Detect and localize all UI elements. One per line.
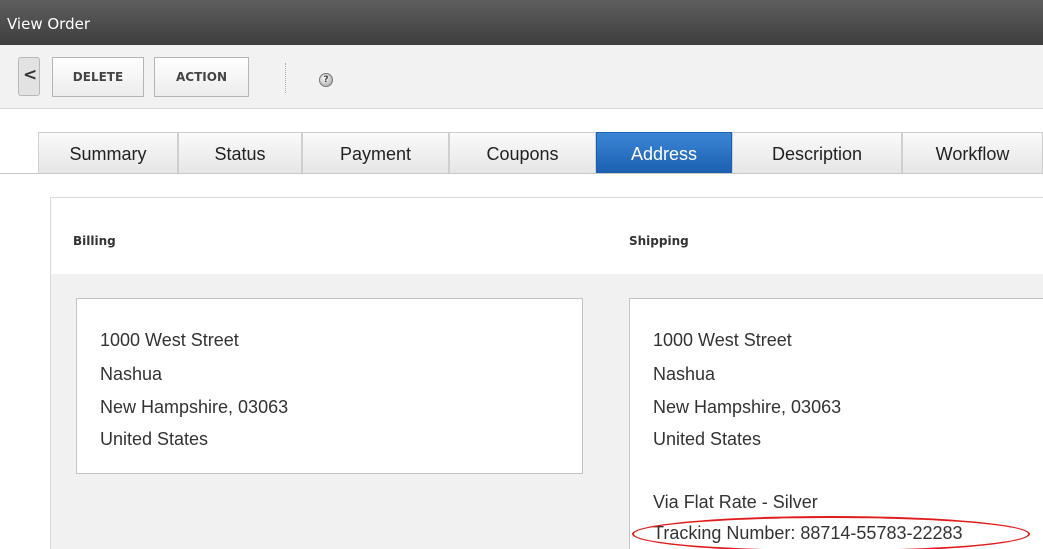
help-icon[interactable]: ?: [319, 73, 333, 87]
action-button[interactable]: ACTION: [154, 57, 249, 97]
chevron-left-icon: <: [23, 65, 38, 85]
shipping-method: Via Flat Rate - Silver: [653, 492, 818, 512]
billing-city: Nashua: [100, 364, 163, 384]
tab-address[interactable]: Address: [596, 132, 732, 173]
shipping-street: 1000 West Street: [653, 330, 792, 350]
shipping-state-zip: New Hampshire, 03063: [653, 397, 842, 417]
tab-payment[interactable]: Payment: [302, 132, 449, 173]
shipping-country: United States: [653, 429, 762, 449]
billing-state-zip: New Hampshire, 03063: [100, 397, 289, 417]
tab-description[interactable]: Description: [732, 132, 902, 173]
delete-button[interactable]: DELETE: [52, 57, 144, 97]
shipping-heading: Shipping: [629, 234, 689, 248]
tab-summary[interactable]: Summary: [38, 132, 178, 173]
address-panel: Billing Shipping 1000 West Street Nashua…: [50, 197, 1043, 549]
billing-address-box: 1000 West Street Nashua New Hampshire, 0…: [76, 298, 583, 474]
tab-bar: Summary Status Payment Coupons Address D…: [0, 132, 1043, 174]
window-title: View Order: [7, 15, 90, 33]
shipping-city: Nashua: [653, 364, 716, 384]
tab-status[interactable]: Status: [178, 132, 302, 173]
toolbar-separator: [285, 63, 286, 93]
billing-heading: Billing: [73, 234, 116, 248]
tab-workflow[interactable]: Workflow: [902, 132, 1043, 173]
panel-header: Billing Shipping: [51, 198, 1043, 274]
billing-street: 1000 West Street: [100, 330, 239, 350]
tab-coupons[interactable]: Coupons: [449, 132, 596, 173]
tracking-highlight-ellipse: [632, 516, 1030, 549]
back-button[interactable]: <: [18, 57, 40, 96]
title-bar: View Order: [0, 0, 1043, 45]
billing-country: United States: [100, 429, 209, 449]
toolbar: < DELETE ACTION ?: [0, 45, 1043, 109]
shipping-address-box: 1000 West Street Nashua New Hampshire, 0…: [629, 298, 1043, 549]
